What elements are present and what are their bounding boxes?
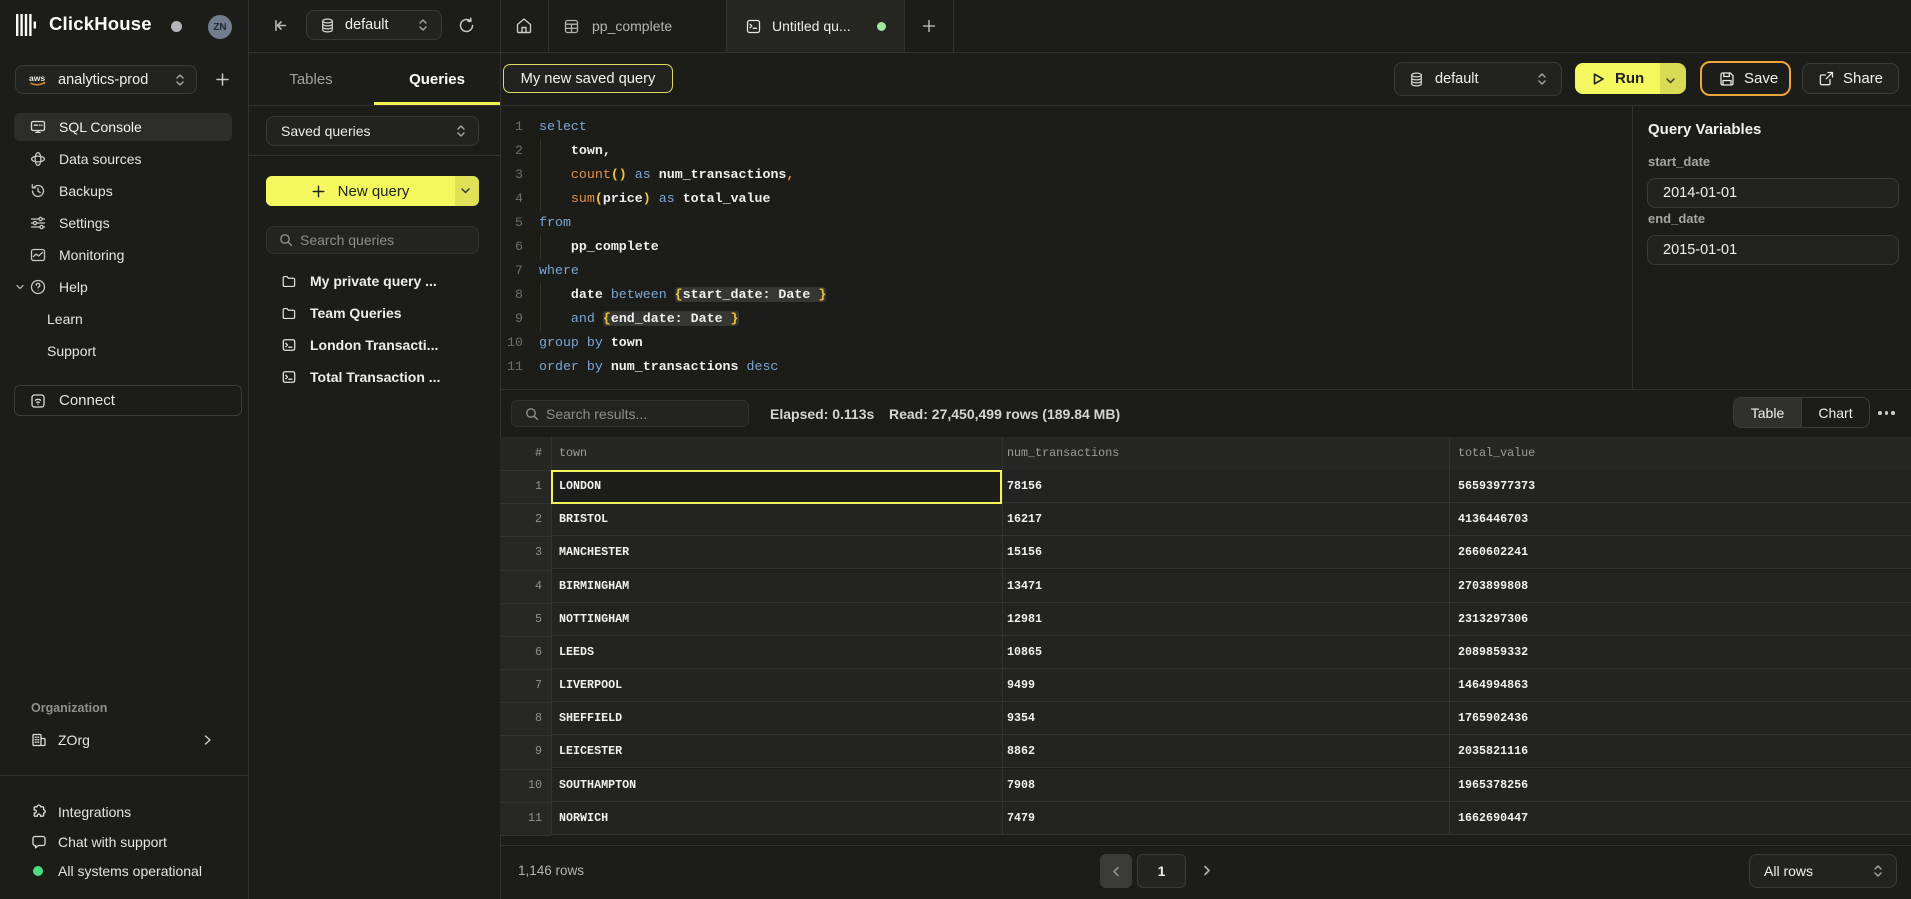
svg-text:aws: aws: [29, 73, 45, 83]
